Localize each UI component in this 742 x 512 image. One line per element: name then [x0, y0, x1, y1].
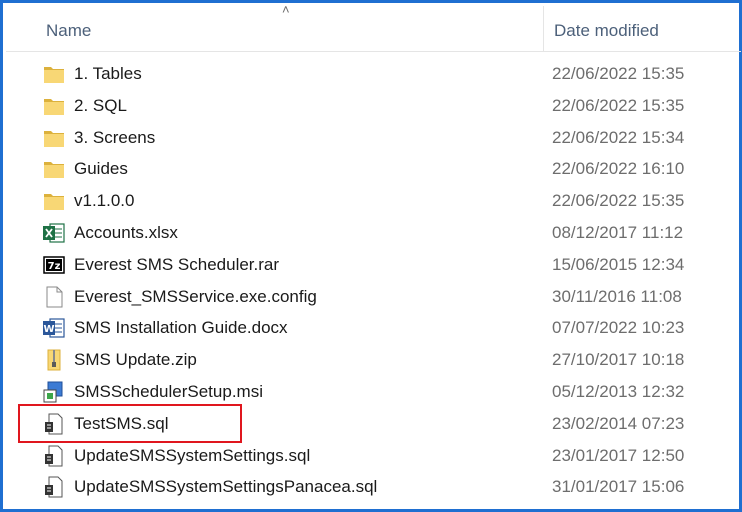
file-date: 31/01/2017 15:06 [552, 477, 685, 497]
folder-icon [42, 94, 66, 118]
file-date: 22/06/2022 15:35 [552, 191, 685, 211]
file-name: SMS Update.zip [74, 350, 197, 370]
file-list: 1. Tables 22/06/2022 15:35 2. SQL 22/06/… [6, 58, 741, 503]
file-date: 22/06/2022 15:35 [552, 95, 685, 115]
file-name: Guides [74, 159, 128, 179]
list-item[interactable]: Guides 22/06/2022 16:10 [6, 153, 741, 185]
folder-icon [42, 157, 66, 181]
list-item[interactable]: UpdateSMSSystemSettings.sql 23/01/2017 1… [6, 440, 741, 472]
list-item[interactable]: W SMS Installation Guide.docx 07/07/2022… [6, 312, 741, 344]
list-item[interactable]: TestSMS.sql 23/02/2014 07:23 [6, 408, 741, 440]
list-item[interactable]: SMSSchedulerSetup.msi 05/12/2013 12:32 [6, 376, 741, 408]
file-name: 1. Tables [74, 64, 142, 83]
installer-icon [42, 380, 66, 404]
svg-text:7z: 7z [48, 261, 61, 272]
file-date: 23/01/2017 12:50 [552, 445, 685, 465]
file-date: 08/12/2017 11:12 [552, 222, 684, 242]
file-date: 05/12/2013 12:32 [552, 381, 685, 401]
file-date: 07/07/2022 10:23 [552, 318, 685, 338]
column-header-bar: ˄ Name Date modified [6, 2, 741, 52]
file-name: Accounts.xlsx [74, 222, 178, 242]
list-item[interactable]: v1.1.0.0 22/06/2022 15:35 [6, 185, 741, 217]
file-explorer-window: ˄ Name Date modified 1. Tables 22/06/202… [0, 0, 742, 512]
file-name: SMS Installation Guide.docx [74, 318, 288, 338]
column-header-name[interactable]: Name [46, 21, 91, 41]
file-date: 27/10/2017 10:18 [552, 350, 685, 370]
file-name: SMSSchedulerSetup.msi [74, 381, 263, 401]
sql-file-icon [42, 444, 66, 468]
list-item[interactable]: 3. Screens 22/06/2022 15:34 [6, 122, 741, 154]
sql-file-icon [42, 412, 66, 436]
7zip-icon: 7z [42, 253, 66, 277]
file-name: 2. SQL [74, 95, 127, 115]
excel-icon [42, 221, 66, 245]
list-item[interactable]: Everest_SMSService.exe.config 30/11/2016… [6, 281, 741, 313]
folder-icon [42, 126, 66, 150]
word-icon: W [42, 316, 66, 340]
list-item[interactable]: SMS Update.zip 27/10/2017 10:18 [6, 344, 741, 376]
file-date: 23/02/2014 07:23 [552, 413, 685, 433]
file-date: 22/06/2022 16:10 [552, 159, 685, 179]
list-item[interactable]: UpdateSMSSystemSettingsPanacea.sql 31/01… [6, 471, 741, 503]
file-name: UpdateSMSSystemSettings.sql [74, 445, 311, 465]
file-date: 15/06/2015 12:34 [552, 254, 685, 274]
list-item[interactable]: 1. Tables 22/06/2022 15:35 [6, 58, 741, 90]
folder-icon [42, 62, 66, 86]
list-item[interactable]: 7z Everest SMS Scheduler.rar 15/06/2015 … [6, 249, 741, 281]
file-name: Everest SMS Scheduler.rar [74, 254, 280, 274]
file-name: UpdateSMSSystemSettingsPanacea.sql [74, 477, 378, 497]
file-date: 22/06/2022 15:34 [552, 127, 685, 147]
file-icon [42, 285, 66, 309]
file-name: v1.1.0.0 [74, 191, 135, 211]
file-date: 30/11/2016 11:08 [552, 286, 682, 306]
file-name: 3. Screens [74, 127, 156, 147]
file-name: Everest_SMSService.exe.config [74, 286, 317, 306]
list-item[interactable]: 2. SQL 22/06/2022 15:35 [6, 90, 741, 122]
svg-text:W: W [43, 324, 54, 335]
sort-chevron-icon[interactable]: ˄ [282, 2, 290, 17]
column-header-date-modified[interactable]: Date modified [554, 21, 659, 41]
folder-icon [42, 189, 66, 213]
zip-folder-icon [42, 348, 66, 372]
file-name: TestSMS.sql [74, 413, 169, 433]
list-item[interactable]: Accounts.xlsx 08/12/2017 11:12 [6, 217, 741, 249]
column-divider[interactable] [543, 6, 544, 51]
sql-file-icon [42, 475, 66, 499]
file-date: 22/06/2022 15:35 [552, 64, 685, 83]
